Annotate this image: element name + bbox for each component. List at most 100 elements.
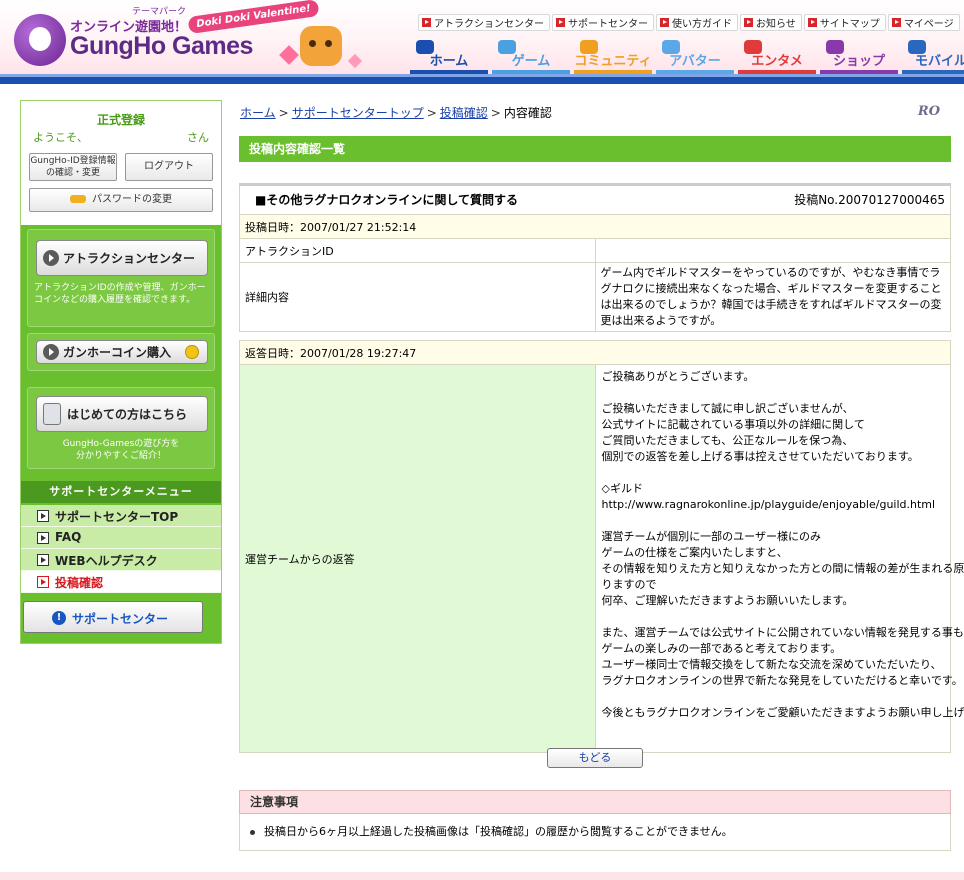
util-link-label: サイトマップ — [819, 19, 880, 30]
reply-line: 運営チームが個別に一部のユーザー様にのみ — [601, 530, 821, 543]
attraction-panel: アトラクションセンター アトラクションIDの作成や管理、ガンホーコインなどの購入… — [27, 229, 215, 327]
notice-body: 投稿日から6ヶ月以上経過した投稿画像は「投稿確認」の履歴から閲覧することができま… — [239, 814, 951, 851]
beginner-guide-label: はじめての方はこちら — [67, 407, 188, 422]
util-link-attraction-center[interactable]: アトラクションセンター — [418, 14, 550, 31]
logout-button[interactable]: ログアウト — [125, 153, 213, 181]
attraction-center-button[interactable]: アトラクションセンター — [36, 240, 208, 276]
tab-shop[interactable]: ショップ — [820, 40, 898, 74]
valentine-banner[interactable]: Doki Doki Valentine! — [187, 0, 320, 35]
support-menu-header: サポートセンターメニュー — [21, 481, 221, 503]
reply-line: ご投稿いただきまして誠に申し訳ございませんが、 — [601, 402, 854, 415]
post-number: 投稿No.20070127000465 — [794, 193, 945, 207]
attraction-id-value — [594, 238, 951, 263]
tab-avatar[interactable]: アバター — [656, 40, 734, 74]
site-logo[interactable]: GungHo Games — [70, 32, 253, 61]
breadcrumb-separator: > — [278, 106, 289, 120]
arrow-box-icon — [37, 510, 49, 522]
detail-label: 詳細内容 — [239, 262, 596, 332]
menu-item-web-helpdesk[interactable]: WEBヘルプデスク — [21, 549, 221, 571]
reply-line: ご投稿ありがとうございます。 — [601, 370, 755, 383]
bullet-icon — [250, 829, 255, 835]
util-link-support-center[interactable]: サポートセンター — [552, 14, 654, 31]
detail-text: ゲーム内でギルドマスターをやっているのですが、やむなき事情でラグナロクに接続出来… — [594, 262, 951, 332]
id-confirm-button[interactable]: GungHo-ID登録情報 の確認・変更 — [29, 153, 117, 181]
reply-line: また、運営チームでは公式サイトに公開されていない情報を発見する事も — [601, 626, 964, 639]
tab-label: ホーム — [429, 54, 469, 69]
reply-date: 返答日時：2007/01/28 19:27:47 — [239, 340, 951, 365]
welcome-text: ようこそ、 — [33, 131, 88, 144]
breadcrumb: ホーム > サポートセンタートップ > 投稿確認 > 内容確認 — [240, 104, 552, 121]
coin-purchase-button[interactable]: ガンホーコイン購入 — [36, 340, 208, 364]
util-link-news[interactable]: お知らせ — [740, 14, 802, 31]
tab-entertainment[interactable]: エンタメ — [738, 40, 816, 74]
notice-item: 投稿日から6ヶ月以上経過した投稿画像は「投稿確認」の履歴から閲覧することができま… — [264, 825, 733, 838]
reply-line: ゲームの楽しみの一部であると考えております。 — [601, 642, 842, 655]
tab-game[interactable]: ゲーム — [492, 40, 570, 74]
reply-line — [602, 513, 945, 529]
util-link-sitemap[interactable]: サイトマップ — [803, 14, 886, 31]
tab-mobile[interactable]: モバイル — [902, 40, 964, 74]
attraction-center-label: アトラクションセンター — [63, 251, 196, 266]
breadcrumb-separator: > — [490, 106, 501, 120]
site-header: テーマパーク オンライン遊園地！ GungHo Games Doki Doki … — [0, 0, 964, 84]
util-link-label: アトラクションセンター — [434, 19, 544, 30]
reply-table: 返答日時：2007/01/28 19:27:47 運営チームからの返答 ご投稿あ… — [239, 340, 964, 753]
util-link-label: マイページ — [903, 19, 954, 30]
reply-line — [602, 609, 945, 625]
breadcrumb-support-top[interactable]: サポートセンタートップ — [292, 106, 424, 120]
reply-line: りますので — [601, 578, 657, 591]
beginner-desc-line-1: GungHo-Gamesの遊び方を — [62, 439, 180, 449]
header-divider-highlight — [0, 74, 964, 77]
beginner-guide-button[interactable]: はじめての方はこちら — [36, 396, 208, 432]
tab-label: モバイル — [914, 54, 964, 69]
register-link[interactable]: 正式登録 — [21, 111, 221, 128]
breadcrumb-post-confirm[interactable]: 投稿確認 — [440, 106, 488, 120]
menu-item-post-confirm[interactable]: 投稿確認 — [21, 571, 221, 593]
id-confirm-label-1: GungHo-ID登録情報 — [30, 156, 116, 166]
welcome-san: さん — [187, 131, 209, 144]
id-confirm-label-2: の確認・変更 — [45, 168, 100, 178]
change-password-button[interactable]: パスワードの変更 — [29, 188, 213, 212]
arrow-box-icon — [37, 554, 49, 566]
reply-label: 運営チームからの返答 — [239, 364, 596, 753]
gungho-logo-icon[interactable] — [14, 14, 66, 66]
util-link-guide[interactable]: 使い方ガイド — [656, 14, 738, 31]
menu-item-support-top[interactable]: サポートセンターTOP — [21, 505, 221, 527]
heart-icon — [347, 53, 363, 69]
util-link-label: 使い方ガイド — [672, 19, 732, 30]
reply-line: 公式サイトに記載されている事項以外の詳細に関して — [601, 418, 865, 431]
arrow-icon — [807, 18, 817, 27]
coin-panel: ガンホーコイン購入 — [27, 333, 215, 371]
arrow-box-icon — [37, 532, 49, 544]
reply-line: 個別での返答を差し上げる事は控えさせていただいております。 — [601, 450, 919, 463]
support-center-button[interactable]: ! サポートセンター — [23, 601, 203, 633]
menu-item-faq[interactable]: FAQ — [21, 527, 221, 549]
key-icon — [70, 195, 86, 203]
arrow-icon — [422, 18, 431, 27]
post-table: ■その他ラグナロクオンラインに関して質問する 投稿No.200701270004… — [239, 183, 951, 332]
back-button[interactable]: もどる — [547, 748, 643, 768]
tab-home[interactable]: ホーム — [410, 40, 488, 74]
login-box: 正式登録 ようこそ、 さん GungHo-ID登録情報 の確認・変更 ログアウト… — [21, 101, 221, 225]
change-password-label: パスワードの変更 — [92, 194, 172, 205]
breadcrumb-current: 内容確認 — [503, 106, 552, 120]
support-menu: サポートセンターTOP FAQ WEBヘルプデスク 投稿確認 — [21, 505, 221, 593]
breadcrumb-home[interactable]: ホーム — [240, 106, 276, 120]
reply-line: ご質問いただきましても、公正なルールを保つ為、 — [601, 434, 854, 447]
sidebar: 正式登録 ようこそ、 さん GungHo-ID登録情報 の確認・変更 ログアウト… — [20, 100, 222, 644]
ragnarok-logo[interactable]: RO — [908, 98, 950, 126]
util-link-mypage[interactable]: マイページ — [887, 14, 960, 31]
section-title: 投稿内容確認一覧 — [239, 136, 951, 162]
coin-icon — [185, 345, 199, 359]
reply-line: ゲームの仕様をご案内いたしますと、 — [601, 546, 788, 559]
breadcrumb-separator: > — [426, 106, 437, 120]
mascot-icon — [300, 26, 342, 66]
arrow-icon — [556, 18, 565, 27]
tab-community[interactable]: コミュニティ — [574, 40, 652, 74]
menu-item-label: 投稿確認 — [55, 576, 104, 590]
reply-line — [602, 465, 945, 481]
reply-line: ラグナロクオンラインの世界で新たな発見をしていただけると幸いです。 — [601, 674, 963, 687]
tab-label: アバター — [669, 54, 721, 69]
util-link-label: サポートセンター — [568, 19, 648, 30]
reply-line: 何卒、ご理解いただきますようお願いいたします。 — [601, 594, 854, 607]
